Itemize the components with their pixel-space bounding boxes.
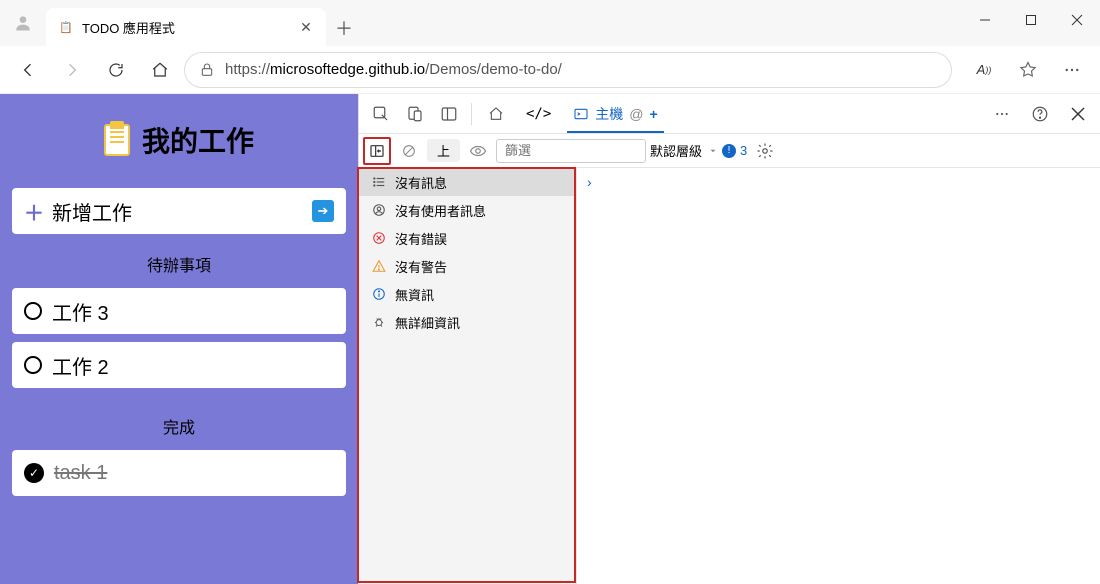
task-checkbox-icon[interactable] [24, 356, 42, 374]
inspect-element-icon[interactable] [365, 98, 397, 130]
main-content: 我的工作 ＋ 新增工作 ➔ 待辦事項 工作 3 工作 2 完成 ✓ task 1 <… [0, 94, 1100, 584]
issues-badge[interactable]: ! 3 [722, 143, 747, 158]
site-info-icon[interactable] [199, 62, 215, 78]
refresh-button[interactable] [96, 50, 136, 90]
add-task-label: 新增工作 [52, 197, 304, 226]
forward-button[interactable] [52, 50, 92, 90]
plus-icon: ＋ [24, 197, 44, 226]
device-emulation-icon[interactable] [399, 98, 431, 130]
info-icon [371, 286, 387, 302]
address-bar: https://microsoftedge.github.io/Demos/de… [0, 46, 1100, 94]
sidebar-item-info[interactable]: 無資訊 [359, 280, 576, 308]
browser-tab[interactable]: 📋 TODO 應用程式 ✕ [46, 8, 326, 46]
back-button[interactable] [8, 50, 48, 90]
tab-welcome[interactable] [478, 95, 514, 133]
profile-icon[interactable] [0, 0, 46, 46]
live-expression-icon[interactable] [464, 137, 492, 165]
task-item[interactable]: 工作 2 [12, 342, 346, 388]
home-button[interactable] [140, 50, 180, 90]
add-task-input[interactable]: ＋ 新增工作 ➔ [12, 188, 346, 234]
devtools-help-icon[interactable] [1024, 98, 1056, 130]
page-pane: 我的工作 ＋ 新增工作 ➔ 待辦事項 工作 3 工作 2 完成 ✓ task 1 [0, 94, 358, 584]
window-controls [962, 0, 1100, 40]
console-sidebar: 沒有訊息沒有使用者訊息沒有錯誤沒有警告無資訊無詳細資訊 [359, 168, 577, 584]
sidebar-item-label: 無資訊 [395, 285, 434, 304]
sidebar-item-errors[interactable]: 沒有錯誤 [359, 224, 576, 252]
devtools-tabbar: </> 主機 @ + [359, 94, 1100, 134]
task-checked-icon[interactable]: ✓ [24, 463, 44, 483]
error-icon [371, 230, 387, 246]
clipboard-icon [104, 124, 130, 156]
devtools-close-icon[interactable] [1062, 98, 1094, 130]
console-settings-icon[interactable] [751, 137, 779, 165]
sidebar-item-verbose[interactable]: 無詳細資訊 [359, 308, 576, 336]
task-label: 工作 3 [52, 297, 109, 326]
maximize-button[interactable] [1008, 0, 1054, 40]
console-filter-input[interactable] [496, 139, 646, 163]
sidebar-item-label: 沒有訊息 [395, 173, 447, 192]
read-aloud-button[interactable]: A)) [964, 50, 1004, 90]
page-header: 我的工作 [12, 106, 346, 178]
title-bar: 📋 TODO 應用程式 ✕ ＋ [0, 0, 1100, 46]
issues-icon: ! [722, 144, 736, 158]
user-icon [371, 202, 387, 218]
devtools-more-icon[interactable] [986, 98, 1018, 130]
task-label: task 1 [54, 462, 107, 485]
tab-console[interactable]: 主機 @ + [563, 95, 667, 133]
sidebar-item-warnings[interactable]: 沒有警告 [359, 252, 576, 280]
close-window-button[interactable] [1054, 0, 1100, 40]
tab-favicon-icon: 📋 [58, 19, 74, 35]
task-checkbox-icon[interactable] [24, 302, 42, 320]
list-icon [371, 174, 387, 190]
tab-console-label: 主機 [595, 104, 623, 124]
sidebar-item-label: 無詳細資訊 [395, 313, 460, 332]
add-tab-icon[interactable]: + [650, 106, 658, 122]
sidebar-item-label: 沒有使用者訊息 [395, 201, 486, 220]
minimize-button[interactable] [962, 0, 1008, 40]
sidebar-item-messages[interactable]: 沒有訊息 [359, 168, 576, 196]
url-text: https://microsoftedge.github.io/Demos/de… [225, 61, 562, 78]
console-output[interactable]: › [577, 168, 1100, 584]
menu-button[interactable] [1052, 50, 1092, 90]
task-item-done[interactable]: ✓ task 1 [12, 450, 346, 496]
pending-header: 待辦事項 [12, 244, 346, 278]
task-label: 工作 2 [52, 351, 109, 380]
page-title: 我的工作 [142, 120, 254, 160]
panel-layout-icon[interactable] [433, 98, 465, 130]
clear-console-icon[interactable] [395, 137, 423, 165]
url-field[interactable]: https://microsoftedge.github.io/Demos/de… [184, 52, 952, 88]
tab-elements[interactable]: </> [516, 95, 561, 133]
new-tab-button[interactable]: ＋ [326, 10, 362, 46]
tab-strip: 📋 TODO 應用程式 ✕ ＋ [46, 0, 962, 46]
task-item[interactable]: 工作 3 [12, 288, 346, 334]
console-toolbar: 上 默認層級 ! 3 [359, 134, 1100, 168]
devtools-pane: </> 主機 @ + 上 默認層級 [358, 94, 1100, 584]
execution-context-selector[interactable]: 上 [427, 139, 460, 162]
sidebar-item-user[interactable]: 沒有使用者訊息 [359, 196, 576, 224]
tab-close-icon[interactable]: ✕ [298, 19, 314, 35]
submit-icon[interactable]: ➔ [312, 200, 334, 222]
tab-title: TODO 應用程式 [82, 18, 290, 37]
sidebar-item-label: 沒有錯誤 [395, 229, 447, 248]
sidebar-item-label: 沒有警告 [395, 257, 447, 276]
warning-icon [371, 258, 387, 274]
favorite-button[interactable] [1008, 50, 1048, 90]
bug-icon [371, 314, 387, 330]
log-levels-dropdown[interactable]: 默認層級 [650, 141, 718, 160]
done-header: 完成 [12, 406, 346, 440]
console-sidebar-toggle[interactable] [363, 137, 391, 165]
console-prompt-icon: › [587, 174, 592, 190]
console-body: 沒有訊息沒有使用者訊息沒有錯誤沒有警告無資訊無詳細資訊 › [359, 168, 1100, 584]
